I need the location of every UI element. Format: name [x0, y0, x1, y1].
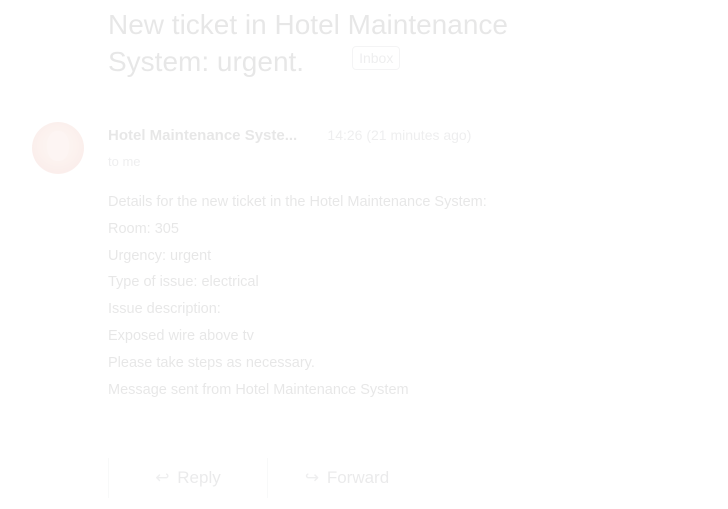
forward-icon: ↪ — [304, 468, 320, 487]
email-view: New ticket in Hotel Maintenance System: … — [0, 0, 728, 509]
avatar-face-icon — [47, 131, 69, 161]
body-line: Please take steps as necessary. — [108, 354, 315, 371]
body-line: Details for the new ticket in the Hotel … — [108, 194, 487, 210]
reply-label: Reply — [177, 468, 221, 487]
email-body: Details for the new ticket in the Hotel … — [108, 189, 708, 403]
body-line: Exposed wire above tv — [108, 327, 254, 344]
subject-text: New ticket in Hotel Maintenance System: … — [108, 9, 508, 77]
body-line: Urgency: urgent — [108, 247, 212, 264]
body-line: Type of issue: electrical — [108, 274, 259, 291]
body-line: Issue description: — [108, 301, 221, 318]
body-line: Message sent from Hotel Maintenance Syst… — [108, 381, 409, 398]
sent-time: 14:26 (21 minutes ago) — [327, 127, 472, 143]
reply-icon: ↩ — [155, 468, 170, 487]
label-badge[interactable]: Inbox — [352, 45, 401, 70]
email-actions: ↩ Reply ↪ Forward — [108, 458, 426, 498]
forward-label: Forward — [326, 468, 390, 487]
sender-line: Hotel Maintenance Syste... 14:26 (21 min… — [108, 126, 471, 145]
email-subject: New ticket in Hotel Maintenance System: … — [108, 6, 578, 80]
body-line: Room: 305 — [108, 220, 179, 237]
sender-name[interactable]: Hotel Maintenance Syste... — [108, 127, 297, 144]
reply-button[interactable]: ↩ Reply — [108, 458, 267, 498]
sender-avatar[interactable] — [32, 122, 84, 174]
forward-button[interactable]: ↪ Forward — [267, 458, 426, 498]
recipient-line[interactable]: to me — [108, 154, 141, 170]
